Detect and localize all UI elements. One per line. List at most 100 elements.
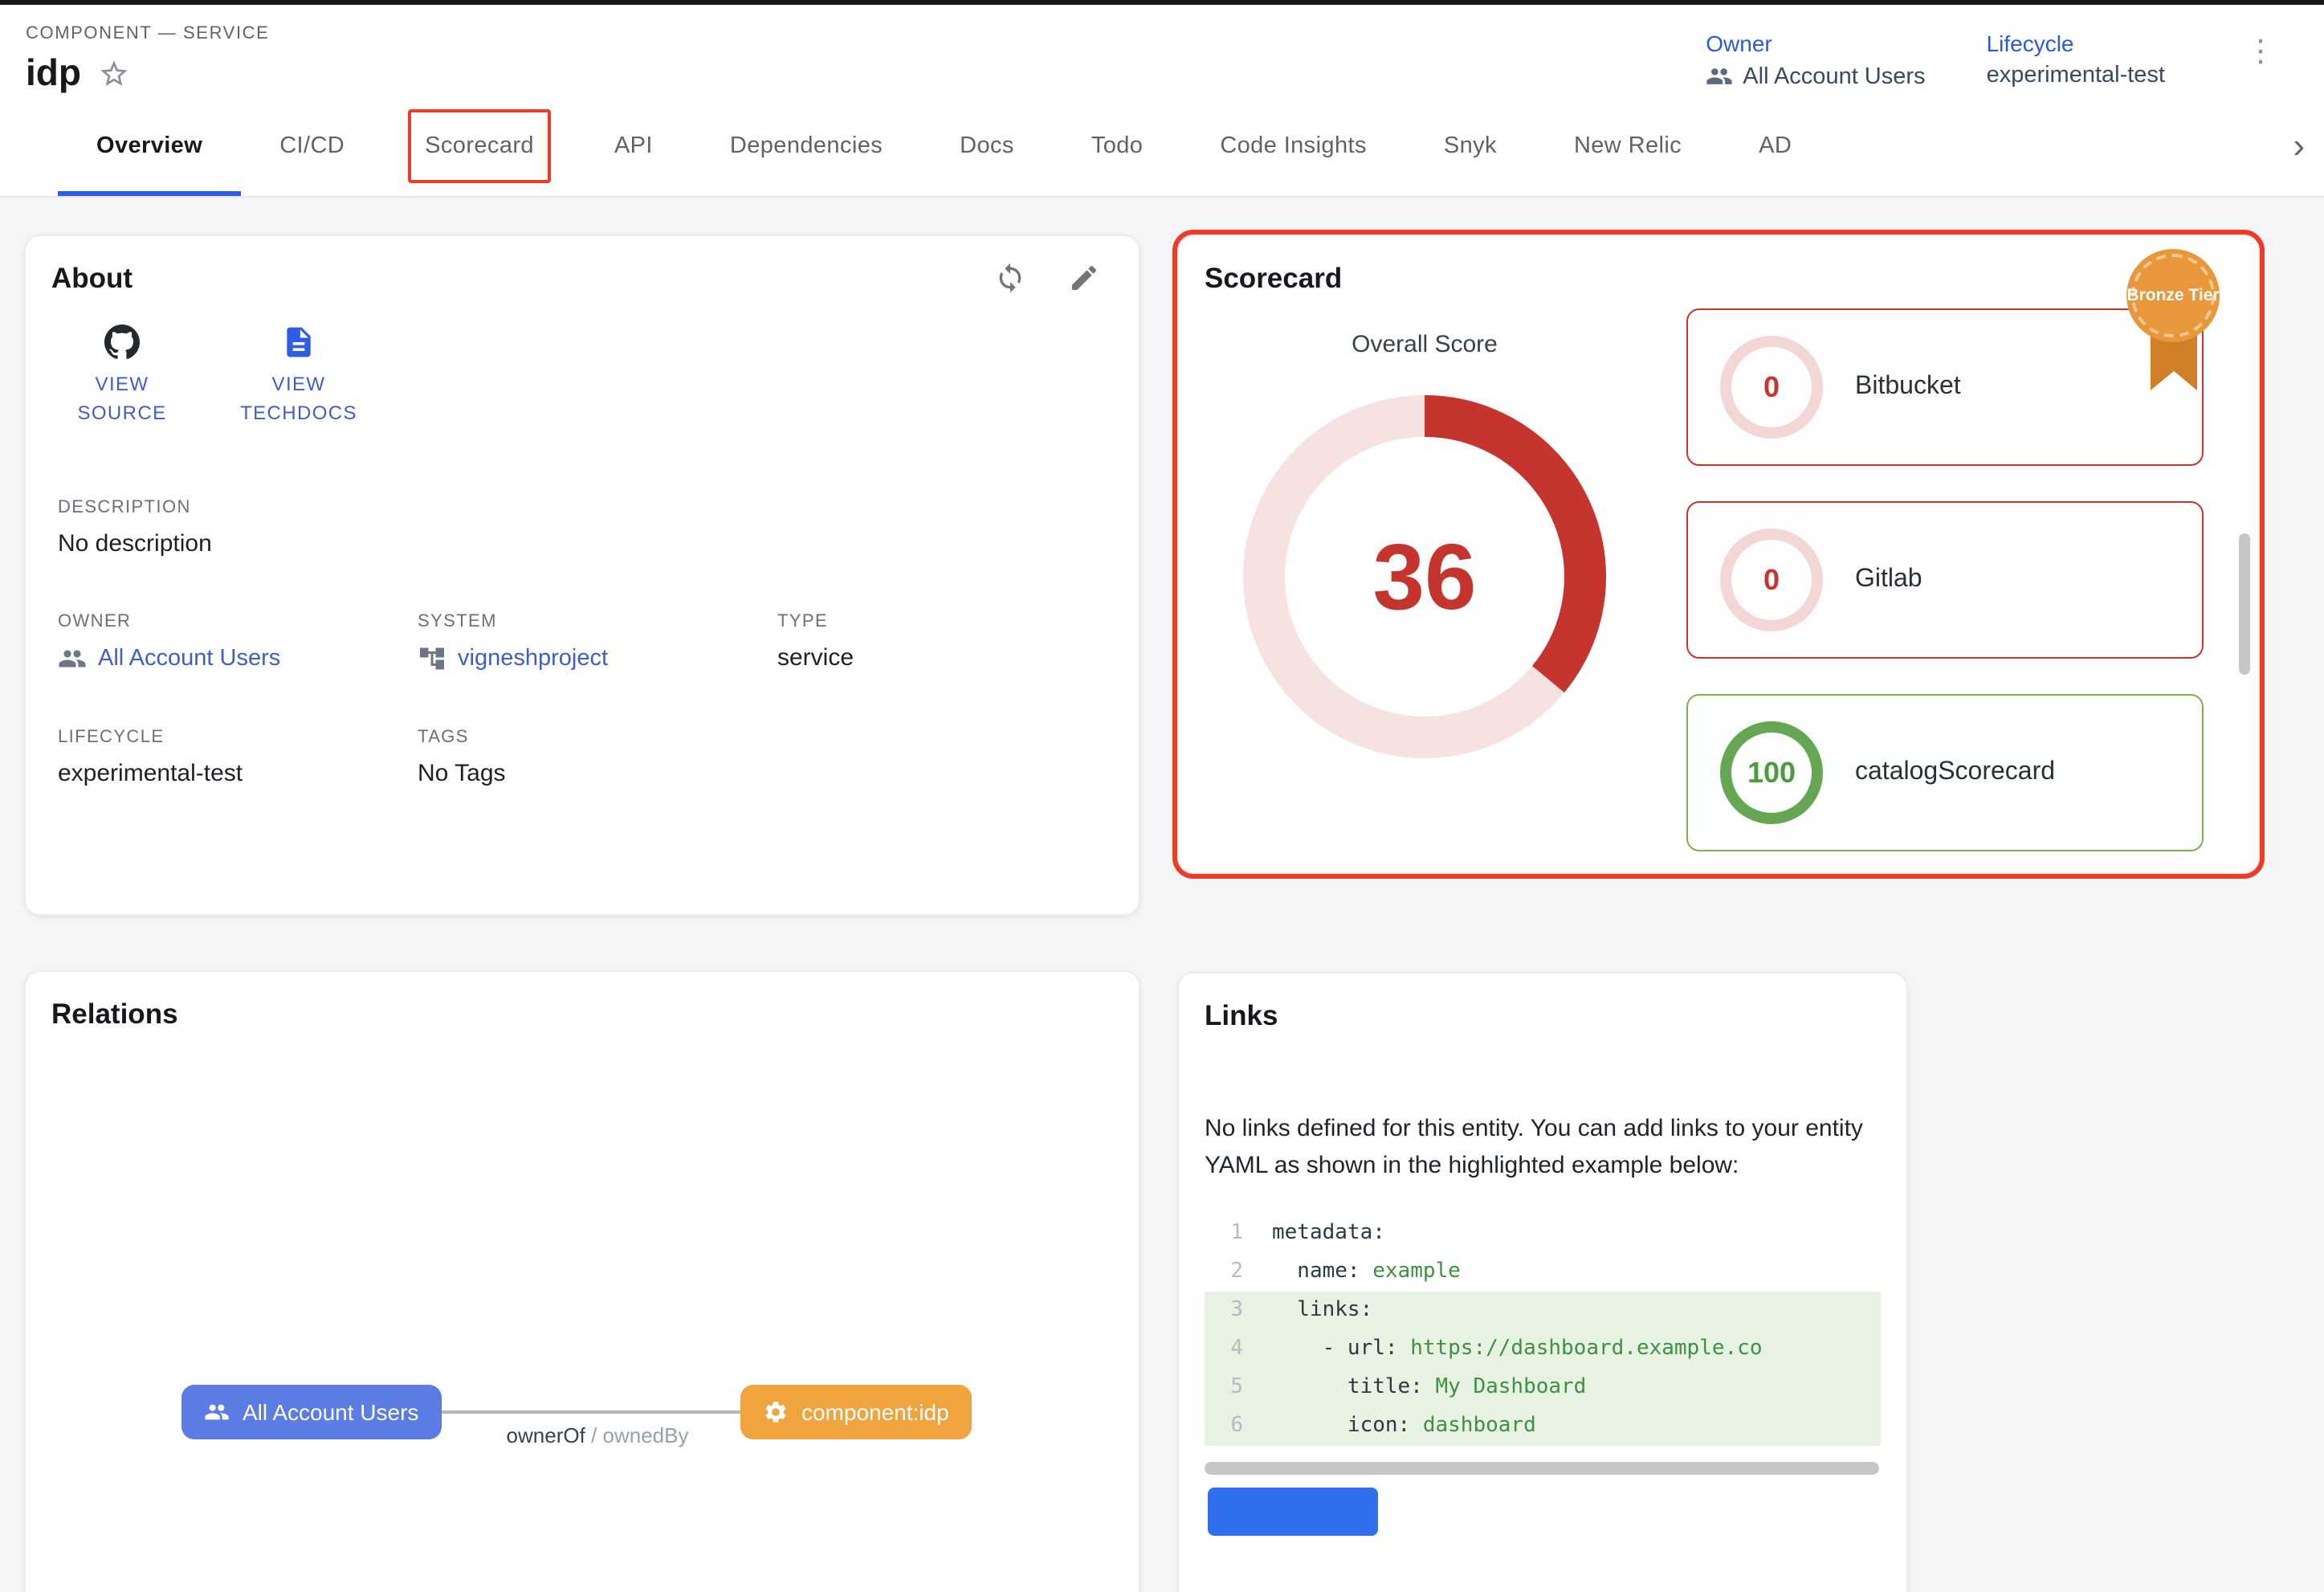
tab-dependencies[interactable]: Dependencies (691, 95, 921, 196)
score-name: Bitbucket (1855, 373, 1961, 402)
relation-node-owner[interactable]: All Account Users (181, 1385, 441, 1439)
code-key: title: (1272, 1374, 1436, 1398)
score-value: 0 (1763, 563, 1780, 597)
tab-new-relic[interactable]: New Relic (1535, 95, 1720, 196)
scorecard-item-catalogscorecard[interactable]: 100 catalogScorecard (1686, 694, 2204, 851)
code-line-highlighted: 4 - url: https://dashboard.example.co (1205, 1329, 1881, 1368)
about-owner-link[interactable]: All Account Users (58, 644, 418, 673)
score-badge: 0 (1720, 336, 1823, 439)
gear-icon (763, 1399, 789, 1425)
tab-docs[interactable]: Docs (921, 95, 1053, 196)
about-system-value: vigneshproject (458, 646, 608, 671)
tab-cicd[interactable]: CI/CD (241, 95, 383, 196)
app-root: COMPONENT — SERVICE idp Owner All Accoun… (0, 0, 2324, 1592)
relation-edge (434, 1410, 740, 1414)
scorecard-title: Scorecard (1205, 262, 2258, 296)
code-line-highlighted: 6 icon: dashboard (1205, 1406, 1881, 1445)
links-title: Links (1205, 999, 1881, 1033)
tab-overview[interactable]: Overview (58, 95, 241, 196)
overall-score-value: 36 (1232, 384, 1617, 769)
refresh-icon[interactable] (994, 262, 1026, 294)
tab-cicd-label: CI/CD (279, 133, 345, 158)
tab-bar: Overview CI/CD Scorecard API Dependencie… (0, 95, 2324, 198)
lifecycle-link[interactable]: Lifecycle (1987, 31, 2165, 56)
star-icon[interactable] (97, 57, 129, 89)
scrollbar-vertical[interactable] (2239, 533, 2250, 675)
overall-score-label: Overall Score (1352, 331, 1498, 358)
annotation-highlight-box: Scorecard (407, 108, 552, 182)
code-line-highlighted: 3 links: (1205, 1291, 1881, 1329)
view-source-button[interactable]: VIEW SOURCE (71, 325, 173, 427)
tab-ad-clipped[interactable]: AD (1720, 95, 1830, 196)
edit-icon[interactable] (1068, 262, 1100, 294)
type-label: TYPE (777, 612, 1113, 631)
tab-ad-label: AD (1759, 133, 1792, 158)
relations-card: Relations ownerOf / ownedBy All Account … (24, 970, 1140, 1592)
description-label: DESCRIPTION (58, 498, 1113, 517)
scorecard-item-gitlab[interactable]: 0 Gitlab (1686, 501, 2204, 659)
system-tree-icon (418, 644, 446, 673)
relation-node-component[interactable]: component:idp (740, 1385, 972, 1439)
add-links-button[interactable] (1208, 1487, 1378, 1535)
line-number: 5 (1205, 1368, 1243, 1406)
line-number: 1 (1205, 1214, 1243, 1252)
about-lifecycle-value: experimental-test (58, 760, 418, 787)
page-title: idp (26, 51, 81, 95)
edge-label-ownedby: / ownedBy (591, 1423, 688, 1447)
tab-code-insights[interactable]: Code Insights (1181, 95, 1405, 196)
tier-badge-label: Bronze Tier (2126, 285, 2219, 305)
tab-api-label: API (614, 133, 653, 158)
line-number: 6 (1205, 1406, 1243, 1445)
tab-snyk[interactable]: Snyk (1405, 95, 1535, 196)
scorecard-card: Scorecard Bronze Tier Overall Score 36 (1177, 235, 2260, 874)
links-empty-text: No links defined for this entity. You ca… (1205, 1110, 1879, 1185)
tab-scorecard[interactable]: Scorecard (383, 95, 576, 196)
line-number: 4 (1205, 1329, 1243, 1368)
header-lifecycle-group: Lifecycle experimental-test (1987, 31, 2165, 88)
edge-label-ownerof: ownerOf (507, 1423, 585, 1447)
entity-header: COMPONENT — SERVICE idp Owner All Accoun… (0, 5, 2324, 95)
tab-docs-label: Docs (960, 133, 1014, 158)
line-number: 3 (1205, 1291, 1243, 1329)
code-key: - url: (1272, 1336, 1410, 1360)
code-key: icon: (1272, 1413, 1423, 1437)
tab-scorecard-label: Scorecard (425, 133, 534, 158)
system-label: SYSTEM (418, 612, 777, 631)
owner-value[interactable]: All Account Users (1743, 63, 1925, 89)
code-line: 2 name: example (1205, 1252, 1881, 1291)
code-key: links: (1272, 1297, 1372, 1321)
tags-label: TAGS (418, 728, 777, 747)
tab-dependencies-label: Dependencies (730, 133, 883, 158)
view-techdocs-button[interactable]: VIEW TECHDOCS (231, 325, 366, 427)
scrollbar-horizontal[interactable] (1205, 1461, 1879, 1474)
about-system-link[interactable]: vigneshproject (418, 644, 777, 673)
code-value: https://dashboard.example.co (1410, 1336, 1762, 1360)
lifecycle-label: LIFECYCLE (58, 728, 418, 747)
description-value: No description (58, 530, 1113, 557)
tab-overview-label: Overview (96, 133, 202, 158)
code-key: metadata: (1272, 1220, 1385, 1244)
tab-todo[interactable]: Todo (1053, 95, 1182, 196)
about-owner-value: All Account Users (98, 646, 280, 671)
github-icon (104, 325, 140, 360)
owner-link[interactable]: Owner (1706, 31, 1925, 56)
relations-title: Relations (51, 998, 1113, 1031)
chevron-right-icon[interactable]: › (2286, 95, 2311, 196)
about-title: About (51, 262, 133, 296)
line-number: 2 (1205, 1252, 1243, 1291)
scorecard-list: 0 Bitbucket 0 Gitlab 100 catalogScorecar… (1686, 308, 2204, 851)
type-value: service (777, 644, 1113, 671)
links-card: Links No links defined for this entity. … (1177, 972, 1908, 1592)
relation-node-component-label: component:idp (801, 1399, 949, 1425)
code-value: dashboard (1423, 1413, 1536, 1437)
code-key: name: (1272, 1259, 1372, 1283)
tab-api[interactable]: API (576, 95, 691, 196)
yaml-example-code: 1 metadata: 2 name: example 3 links: 4 -… (1205, 1214, 1881, 1445)
lifecycle-value: experimental-test (1987, 63, 2165, 88)
tab-new-relic-label: New Relic (1574, 133, 1682, 158)
more-options-button[interactable]: ⋮ (2236, 31, 2285, 74)
techdocs-icon (281, 325, 316, 360)
main-content: About VIEW SOURCE VIEW TECHDOCS (0, 198, 2324, 1592)
people-icon (204, 1399, 230, 1425)
view-source-label: VIEW SOURCE (71, 369, 173, 427)
